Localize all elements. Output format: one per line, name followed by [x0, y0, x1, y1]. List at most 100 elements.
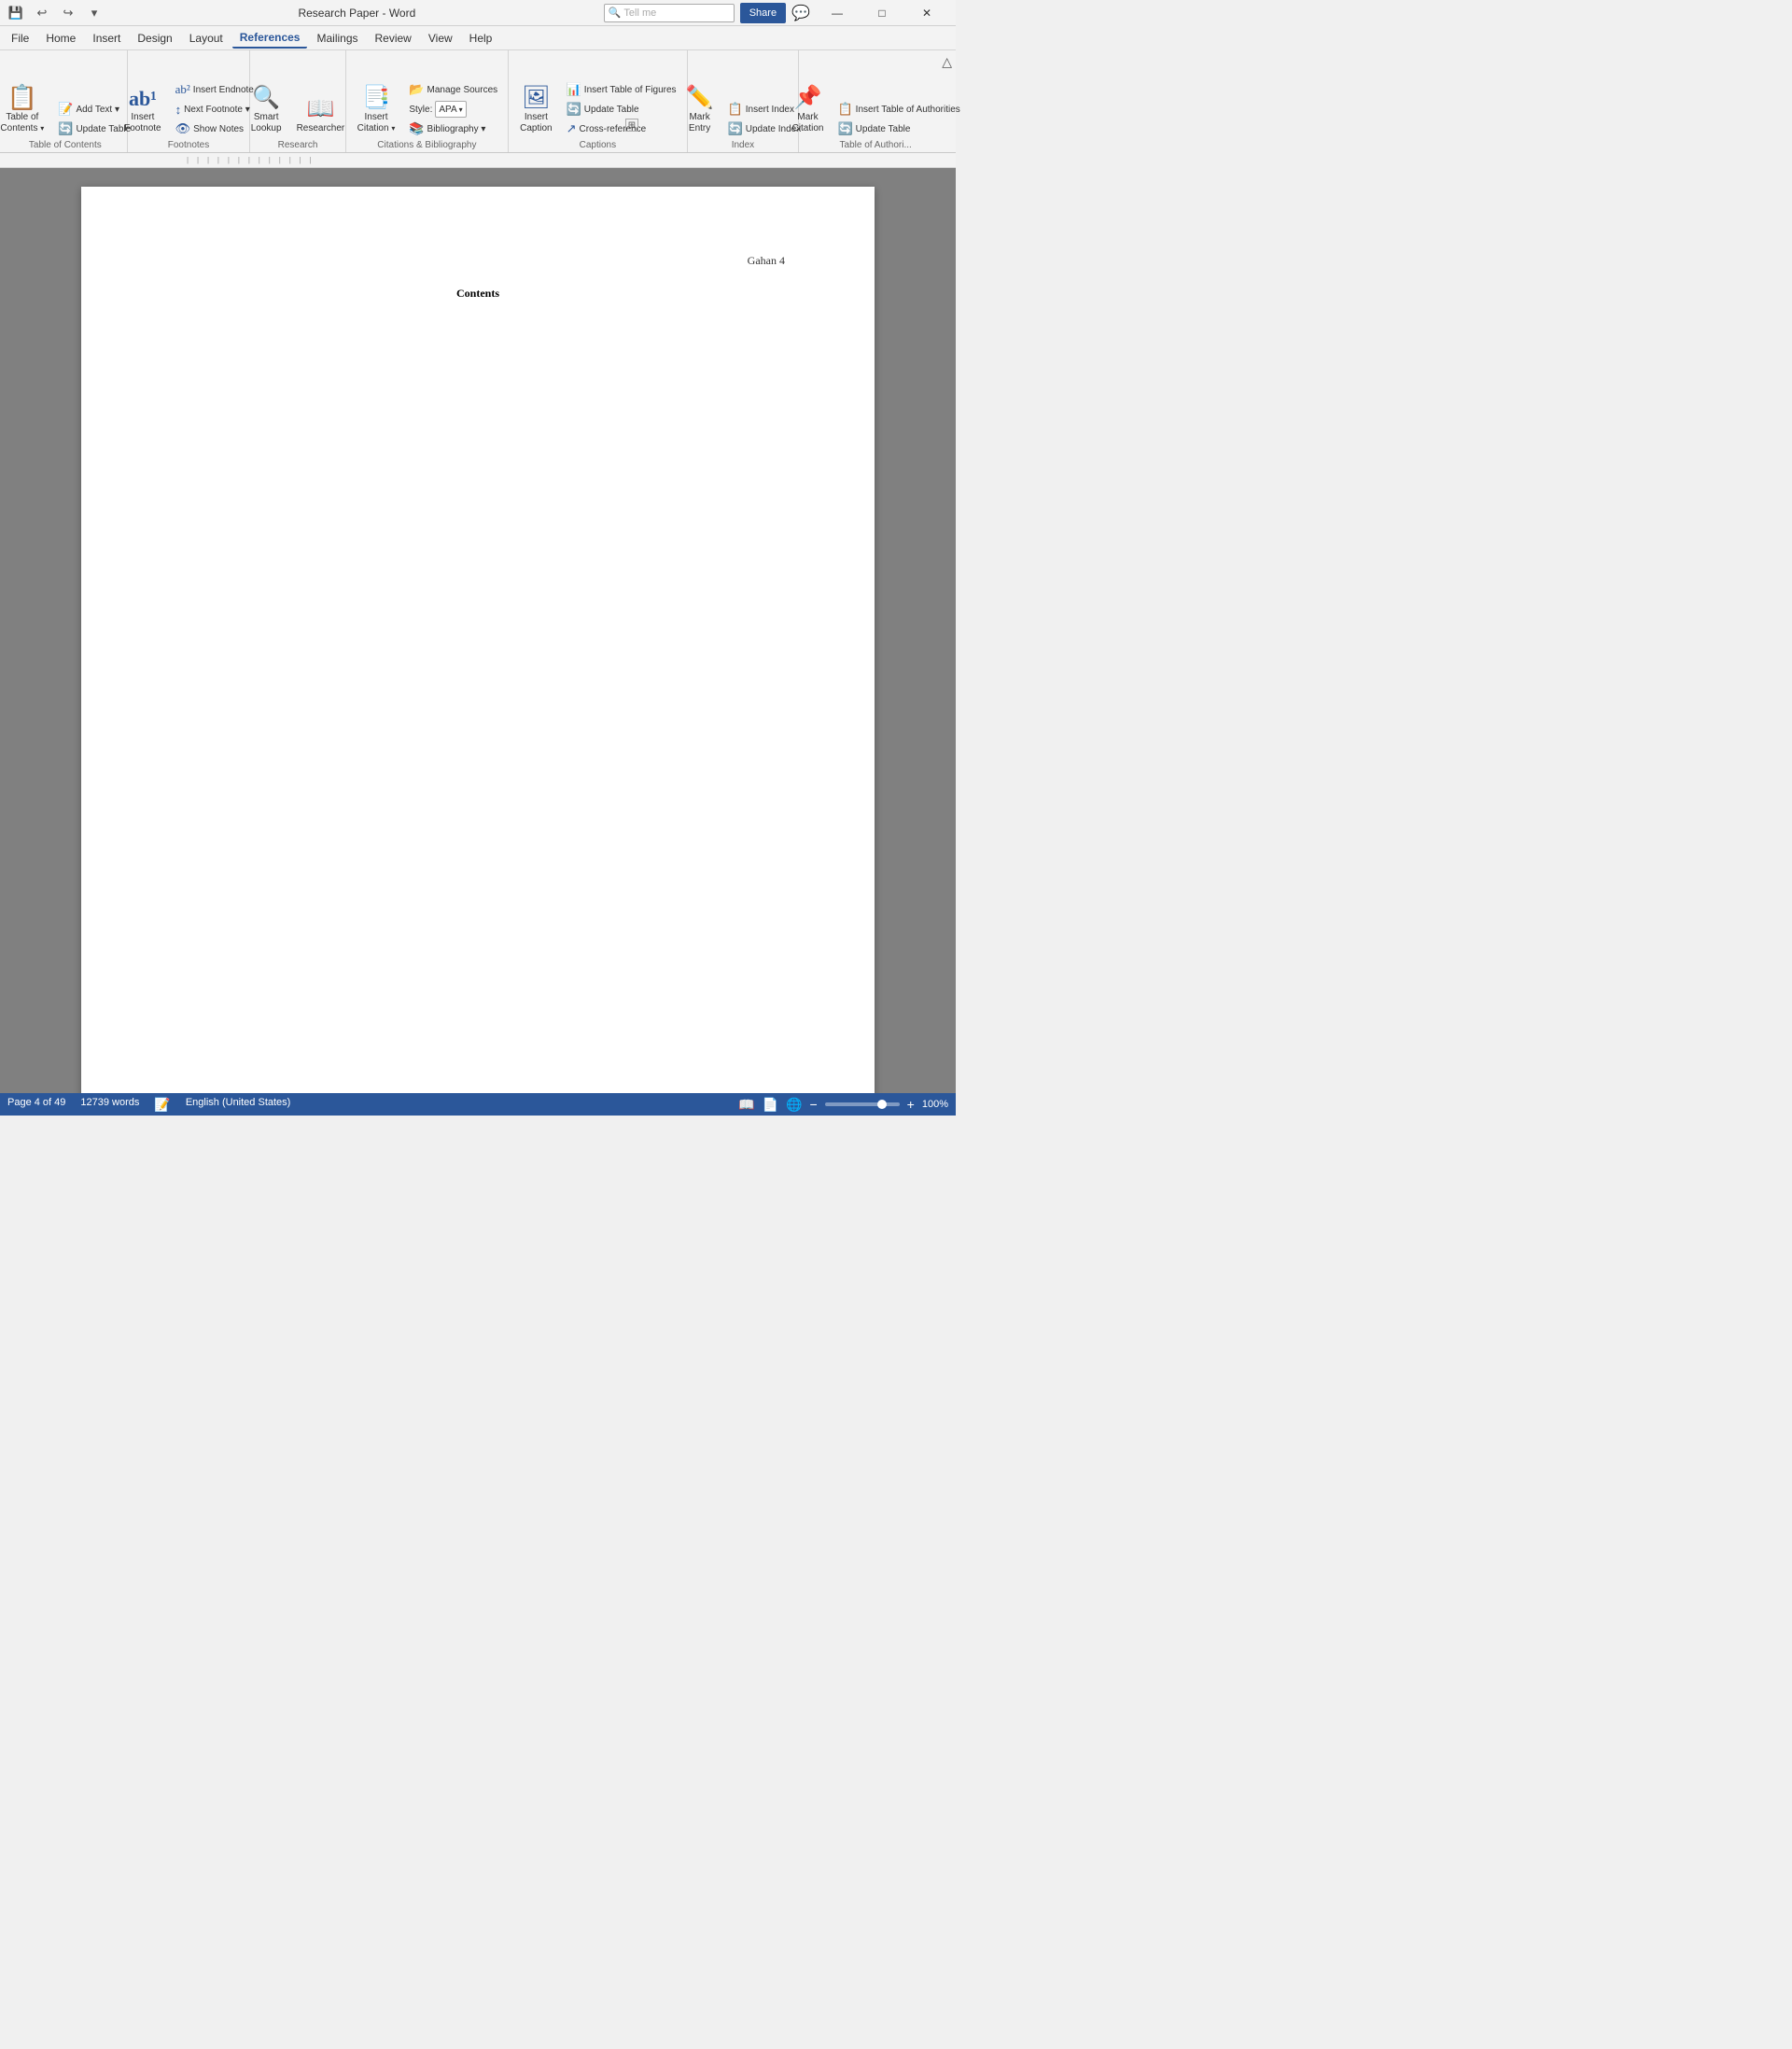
status-bar: Page 4 of 49 12739 words 📝 English (Unit… [0, 1093, 956, 1116]
web-layout-button[interactable]: 🌐 [786, 1097, 802, 1113]
captions-small-stack: 📊 Insert Table of Figures 🔄 Update Table… [562, 80, 681, 138]
ribbon-collapse-button[interactable]: △ [942, 54, 952, 70]
menu-view[interactable]: View [421, 29, 460, 48]
search-placeholder: Tell me [623, 7, 656, 19]
update-table-icon: 🔄 [58, 121, 73, 136]
insert-caption-button[interactable]: 🖼 InsertCaption [514, 65, 557, 138]
update-authorities-icon: 🔄 [837, 121, 852, 136]
insert-footnote-button[interactable]: ab¹ InsertFootnote [119, 65, 166, 138]
zoom-plus[interactable]: + [907, 1097, 915, 1112]
citations-small-stack: 📂 Manage Sources Style: APA ▾ 📚 Bibliogr… [404, 80, 502, 138]
mark-entry-icon: ✏️ [686, 87, 714, 109]
close-button[interactable]: ✕ [905, 0, 948, 26]
smart-lookup-button[interactable]: 🔍 SmartLookup [245, 65, 287, 138]
window-controls: — □ ✕ [816, 0, 948, 26]
insert-footnote-label: InsertFootnote [124, 112, 161, 134]
ribbon-group-footnotes: ab¹ InsertFootnote ab² Insert Endnote ↕ … [128, 50, 251, 152]
ribbon: 📋 Table ofContents ▾ 📝 Add Text ▾ 🔄 Upda… [0, 50, 956, 153]
ribbon-group-citations: 📑 InsertCitation ▾ 📂 Manage Sources Styl… [346, 50, 510, 152]
menu-insert[interactable]: Insert [85, 29, 128, 48]
minimize-button[interactable]: — [816, 0, 859, 26]
document-area[interactable]: Gahan 4 Contents [0, 168, 956, 1093]
contents-heading: Contents [171, 287, 785, 301]
smart-lookup-icon: 🔍 [252, 87, 280, 109]
print-layout-button[interactable]: 📄 [763, 1097, 778, 1113]
captions-row: 🖼 InsertCaption 📊 Insert Table of Figure… [514, 54, 680, 138]
word-count[interactable]: 12739 words [80, 1097, 139, 1113]
menu-design[interactable]: Design [130, 29, 179, 48]
update-index-icon: 🔄 [728, 121, 743, 136]
insert-table-of-figures-button[interactable]: 📊 Insert Table of Figures [562, 80, 681, 99]
zoom-percent[interactable]: 100% [922, 1099, 948, 1110]
mark-citation-button[interactable]: 📌 MarkCitation [787, 65, 830, 138]
style-value: APA [439, 105, 456, 115]
mark-entry-button[interactable]: ✏️ MarkEntry [680, 65, 720, 138]
menu-file[interactable]: File [4, 29, 36, 48]
status-right: 📖 📄 🌐 − + 100% [738, 1097, 948, 1113]
research-group-content: 🔍 SmartLookup 📖 Researcher [245, 54, 351, 138]
top-bar: 💾 ↩ ↪ ▾ Research Paper - Word 🔍 Tell me … [0, 0, 956, 26]
share-button[interactable]: Share [740, 3, 786, 23]
customize-quick-access[interactable]: ▾ [82, 1, 106, 25]
insert-citation-button[interactable]: 📑 InsertCitation ▾ [352, 65, 401, 138]
update-figures-label: Update Table [584, 105, 639, 115]
show-notes-label: Show Notes [193, 124, 244, 134]
style-dropdown[interactable]: APA ▾ [435, 101, 466, 118]
menu-review[interactable]: Review [368, 29, 419, 48]
update-table-authorities-button[interactable]: 🔄 Update Table [833, 119, 964, 138]
bibliography-label: Bibliography ▾ [427, 124, 486, 134]
ribbon-group-captions: 🖼 InsertCaption 📊 Insert Table of Figure… [509, 50, 687, 152]
footnotes-expander[interactable]: ⊞ [625, 119, 638, 132]
read-mode-button[interactable]: 📖 [738, 1097, 754, 1113]
ribbon-group-index: ✏️ MarkEntry 📋 Insert Index 🔄 Update Ind… [688, 50, 800, 152]
update-authorities-label: Update Table [856, 124, 911, 134]
ribbon-group-authorities: 📌 MarkCitation 📋 Insert Table of Authori… [799, 50, 952, 152]
quick-access-toolbar: 💾 ↩ ↪ ▾ [0, 1, 110, 25]
authorities-group-label: Table of Authori... [840, 140, 912, 150]
menu-bar: File Home Insert Design Layout Reference… [0, 26, 956, 50]
zoom-minus[interactable]: − [809, 1097, 817, 1112]
bibliography-button[interactable]: 📚 Bibliography ▾ [404, 119, 502, 138]
menu-references[interactable]: References [232, 28, 308, 49]
zoom-thumb[interactable] [877, 1100, 887, 1109]
menu-help[interactable]: Help [462, 29, 500, 48]
update-table-figures-button[interactable]: 🔄 Update Table [562, 100, 681, 119]
redo-button[interactable]: ↪ [56, 1, 80, 25]
style-label: Style: [409, 105, 432, 115]
menu-layout[interactable]: Layout [182, 29, 231, 48]
insert-citation-label: InsertCitation ▾ [357, 112, 396, 134]
researcher-icon: 📖 [306, 98, 334, 120]
index-group-label: Index [732, 140, 754, 150]
insert-footnote-icon: ab¹ [129, 89, 157, 109]
next-footnote-label: Next Footnote ▾ [184, 105, 250, 115]
save-button[interactable]: 💾 [4, 1, 28, 25]
menu-home[interactable]: Home [38, 29, 83, 48]
zoom-slider[interactable] [825, 1102, 900, 1106]
menu-mailings[interactable]: Mailings [309, 29, 365, 48]
page-info[interactable]: Page 4 of 49 [7, 1097, 65, 1113]
style-selector[interactable]: Style: APA ▾ [404, 100, 502, 119]
mark-entry-label: MarkEntry [689, 112, 710, 134]
proofing-icon[interactable]: 📝 [154, 1097, 170, 1113]
bibliography-icon: 📚 [409, 121, 424, 136]
comments-icon[interactable]: 💬 [791, 4, 810, 22]
research-group-label: Research [278, 140, 318, 150]
page-header: Gahan 4 [171, 254, 785, 268]
ruler-marks: | | | | | | | | | | | | | [112, 156, 312, 164]
ribbon-group-research: 🔍 SmartLookup 📖 Researcher Research [250, 50, 345, 152]
researcher-button[interactable]: 📖 Researcher [291, 65, 351, 138]
maximize-button[interactable]: □ [861, 0, 903, 26]
manage-sources-button[interactable]: 📂 Manage Sources [404, 80, 502, 99]
table-of-contents-button[interactable]: 📋 Table ofContents ▾ [0, 65, 49, 138]
language[interactable]: English (United States) [186, 1097, 291, 1113]
authorities-small-stack: 📋 Insert Table of Authorities 🔄 Update T… [833, 100, 964, 138]
insert-table-authorities-button[interactable]: 📋 Insert Table of Authorities [833, 100, 964, 119]
style-dropdown-arrow: ▾ [459, 105, 463, 114]
researcher-label: Researcher [297, 123, 345, 134]
tell-me-search[interactable]: 🔍 Tell me [604, 4, 735, 22]
toc-label: Table ofContents ▾ [0, 112, 44, 134]
cross-reference-button[interactable]: ↗ Cross-reference [562, 119, 681, 138]
ribbon-group-toc: 📋 Table ofContents ▾ 📝 Add Text ▾ 🔄 Upda… [4, 50, 128, 152]
page-content: Contents [171, 287, 785, 301]
undo-button[interactable]: ↩ [30, 1, 54, 25]
